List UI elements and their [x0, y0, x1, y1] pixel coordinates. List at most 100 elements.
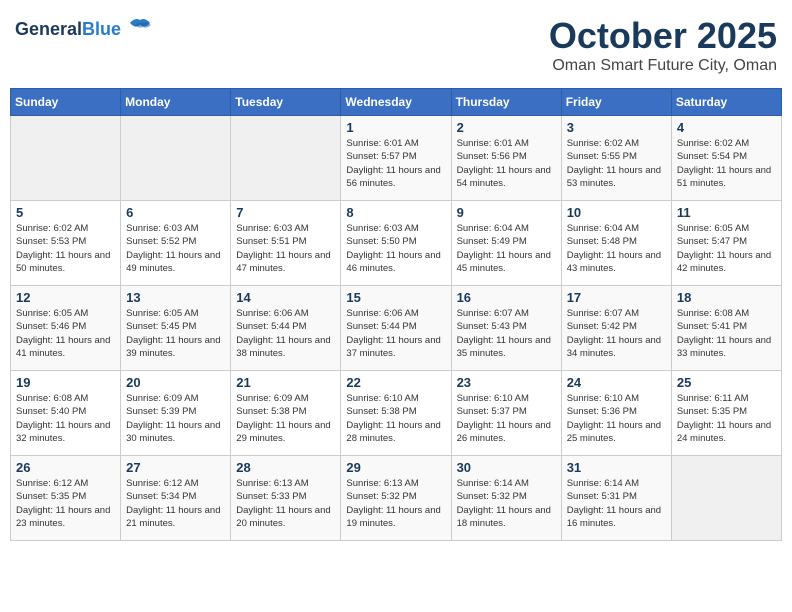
weekday-header: Thursday — [451, 89, 561, 116]
weekday-header: Sunday — [11, 89, 121, 116]
day-number: 24 — [567, 375, 666, 390]
day-number: 14 — [236, 290, 335, 305]
day-info: Sunrise: 6:01 AM Sunset: 5:57 PM Dayligh… — [346, 137, 445, 190]
calendar-cell: 14 Sunrise: 6:06 AM Sunset: 5:44 PM Dayli… — [231, 286, 341, 371]
day-number: 18 — [677, 290, 776, 305]
day-number: 2 — [457, 120, 556, 135]
calendar-cell: 27 Sunrise: 6:12 AM Sunset: 5:34 PM Dayli… — [121, 456, 231, 541]
calendar-cell: 11Sunrise: 6:05 AM Sunset: 5:47 PM Dayli… — [671, 201, 781, 286]
day-info: Sunrise: 6:13 AM Sunset: 5:33 PM Dayligh… — [236, 477, 335, 530]
day-number: 27 — [126, 460, 225, 475]
day-number: 25 — [677, 375, 776, 390]
logo-icon — [125, 15, 155, 45]
calendar-cell: 7 Sunrise: 6:03 AM Sunset: 5:51 PM Daylig… — [231, 201, 341, 286]
weekday-header-row: SundayMondayTuesdayWednesdayThursdayFrid… — [11, 89, 782, 116]
day-info: Sunrise: 6:02 AM Sunset: 5:53 PM Dayligh… — [16, 222, 115, 275]
calendar-cell — [671, 456, 781, 541]
calendar-cell: 18 Sunrise: 6:08 AM Sunset: 5:41 PM Dayli… — [671, 286, 781, 371]
day-number: 30 — [457, 460, 556, 475]
day-number: 28 — [236, 460, 335, 475]
calendar-cell: 10Sunrise: 6:04 AM Sunset: 5:48 PM Dayli… — [561, 201, 671, 286]
day-number: 3 — [567, 120, 666, 135]
day-number: 6 — [126, 205, 225, 220]
calendar-cell: 20Sunrise: 6:09 AM Sunset: 5:39 PM Dayli… — [121, 371, 231, 456]
day-info: Sunrise: 6:14 AM Sunset: 5:31 PM Dayligh… — [567, 477, 666, 530]
day-number: 5 — [16, 205, 115, 220]
day-number: 29 — [346, 460, 445, 475]
calendar-cell: 21 Sunrise: 6:09 AM Sunset: 5:38 PM Dayli… — [231, 371, 341, 456]
day-info: Sunrise: 6:11 AM Sunset: 5:35 PM Dayligh… — [677, 392, 776, 445]
page-header: GeneralBlue October 2025 Oman Smart Futu… — [10, 10, 782, 80]
calendar-cell: 13 Sunrise: 6:05 AM Sunset: 5:45 PM Dayli… — [121, 286, 231, 371]
calendar-cell: 28 Sunrise: 6:13 AM Sunset: 5:33 PM Dayli… — [231, 456, 341, 541]
calendar-week-row: 1 Sunrise: 6:01 AM Sunset: 5:57 PM Daylig… — [11, 116, 782, 201]
calendar-cell: 24 Sunrise: 6:10 AM Sunset: 5:36 PM Dayli… — [561, 371, 671, 456]
calendar-table: SundayMondayTuesdayWednesdayThursdayFrid… — [10, 88, 782, 541]
day-info: Sunrise: 6:06 AM Sunset: 5:44 PM Dayligh… — [236, 307, 335, 360]
weekday-header: Friday — [561, 89, 671, 116]
calendar-cell: 23Sunrise: 6:10 AM Sunset: 5:37 PM Dayli… — [451, 371, 561, 456]
day-number: 23 — [457, 375, 556, 390]
calendar-cell: 1 Sunrise: 6:01 AM Sunset: 5:57 PM Daylig… — [341, 116, 451, 201]
day-info: Sunrise: 6:04 AM Sunset: 5:49 PM Dayligh… — [457, 222, 556, 275]
day-number: 9 — [457, 205, 556, 220]
weekday-header: Wednesday — [341, 89, 451, 116]
day-info: Sunrise: 6:12 AM Sunset: 5:35 PM Dayligh… — [16, 477, 115, 530]
day-info: Sunrise: 6:05 AM Sunset: 5:47 PM Dayligh… — [677, 222, 776, 275]
day-number: 16 — [457, 290, 556, 305]
day-number: 22 — [346, 375, 445, 390]
calendar-cell — [121, 116, 231, 201]
day-info: Sunrise: 6:08 AM Sunset: 5:41 PM Dayligh… — [677, 307, 776, 360]
weekday-header: Tuesday — [231, 89, 341, 116]
calendar-cell: 12Sunrise: 6:05 AM Sunset: 5:46 PM Dayli… — [11, 286, 121, 371]
calendar-cell: 29 Sunrise: 6:13 AM Sunset: 5:32 PM Dayli… — [341, 456, 451, 541]
calendar-week-row: 19 Sunrise: 6:08 AM Sunset: 5:40 PM Dayli… — [11, 371, 782, 456]
weekday-header: Saturday — [671, 89, 781, 116]
calendar-cell: 5 Sunrise: 6:02 AM Sunset: 5:53 PM Daylig… — [11, 201, 121, 286]
calendar-week-row: 12Sunrise: 6:05 AM Sunset: 5:46 PM Dayli… — [11, 286, 782, 371]
day-number: 20 — [126, 375, 225, 390]
day-info: Sunrise: 6:12 AM Sunset: 5:34 PM Dayligh… — [126, 477, 225, 530]
location-subtitle: Oman Smart Future City, Oman — [549, 57, 777, 75]
day-number: 17 — [567, 290, 666, 305]
calendar-week-row: 26 Sunrise: 6:12 AM Sunset: 5:35 PM Dayli… — [11, 456, 782, 541]
calendar-cell: 31 Sunrise: 6:14 AM Sunset: 5:31 PM Dayli… — [561, 456, 671, 541]
calendar-cell: 3 Sunrise: 6:02 AM Sunset: 5:55 PM Daylig… — [561, 116, 671, 201]
day-info: Sunrise: 6:07 AM Sunset: 5:43 PM Dayligh… — [457, 307, 556, 360]
logo-text: GeneralBlue — [15, 19, 121, 41]
day-number: 21 — [236, 375, 335, 390]
calendar-cell: 15Sunrise: 6:06 AM Sunset: 5:44 PM Dayli… — [341, 286, 451, 371]
day-number: 1 — [346, 120, 445, 135]
day-info: Sunrise: 6:07 AM Sunset: 5:42 PM Dayligh… — [567, 307, 666, 360]
day-info: Sunrise: 6:03 AM Sunset: 5:51 PM Dayligh… — [236, 222, 335, 275]
calendar-cell: 26 Sunrise: 6:12 AM Sunset: 5:35 PM Dayli… — [11, 456, 121, 541]
day-info: Sunrise: 6:05 AM Sunset: 5:46 PM Dayligh… — [16, 307, 115, 360]
day-info: Sunrise: 6:04 AM Sunset: 5:48 PM Dayligh… — [567, 222, 666, 275]
day-number: 8 — [346, 205, 445, 220]
day-info: Sunrise: 6:14 AM Sunset: 5:32 PM Dayligh… — [457, 477, 556, 530]
logo: GeneralBlue — [15, 15, 155, 45]
day-number: 7 — [236, 205, 335, 220]
calendar-cell: 22Sunrise: 6:10 AM Sunset: 5:38 PM Dayli… — [341, 371, 451, 456]
day-number: 15 — [346, 290, 445, 305]
calendar-cell: 19 Sunrise: 6:08 AM Sunset: 5:40 PM Dayli… — [11, 371, 121, 456]
day-number: 31 — [567, 460, 666, 475]
day-info: Sunrise: 6:02 AM Sunset: 5:55 PM Dayligh… — [567, 137, 666, 190]
calendar-cell — [231, 116, 341, 201]
day-info: Sunrise: 6:05 AM Sunset: 5:45 PM Dayligh… — [126, 307, 225, 360]
calendar-week-row: 5 Sunrise: 6:02 AM Sunset: 5:53 PM Daylig… — [11, 201, 782, 286]
title-block: October 2025 Oman Smart Future City, Oma… — [549, 15, 777, 75]
day-info: Sunrise: 6:01 AM Sunset: 5:56 PM Dayligh… — [457, 137, 556, 190]
day-info: Sunrise: 6:08 AM Sunset: 5:40 PM Dayligh… — [16, 392, 115, 445]
day-info: Sunrise: 6:09 AM Sunset: 5:38 PM Dayligh… — [236, 392, 335, 445]
calendar-cell: 25 Sunrise: 6:11 AM Sunset: 5:35 PM Dayli… — [671, 371, 781, 456]
day-info: Sunrise: 6:03 AM Sunset: 5:50 PM Dayligh… — [346, 222, 445, 275]
calendar-cell: 30 Sunrise: 6:14 AM Sunset: 5:32 PM Dayli… — [451, 456, 561, 541]
day-info: Sunrise: 6:13 AM Sunset: 5:32 PM Dayligh… — [346, 477, 445, 530]
day-info: Sunrise: 6:10 AM Sunset: 5:36 PM Dayligh… — [567, 392, 666, 445]
day-number: 13 — [126, 290, 225, 305]
calendar-cell — [11, 116, 121, 201]
day-number: 19 — [16, 375, 115, 390]
day-number: 26 — [16, 460, 115, 475]
calendar-cell: 16 Sunrise: 6:07 AM Sunset: 5:43 PM Dayli… — [451, 286, 561, 371]
